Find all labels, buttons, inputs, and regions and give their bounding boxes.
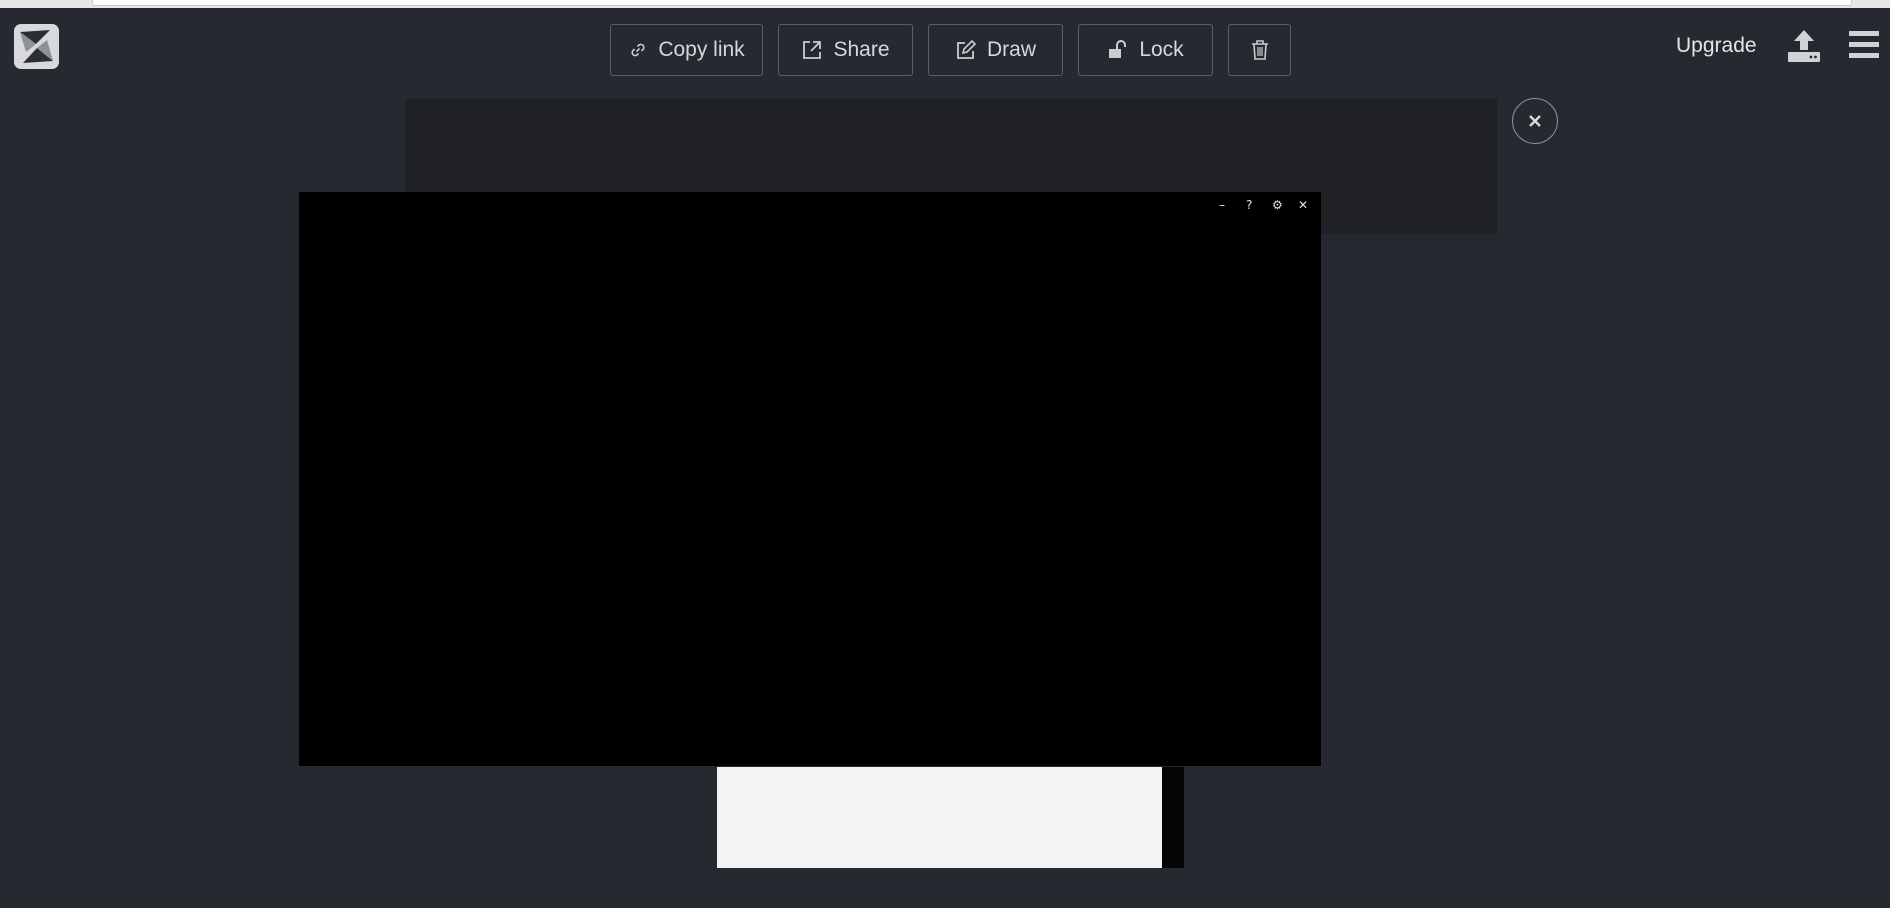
lock-button[interactable]: Lock — [1078, 24, 1213, 76]
address-bar[interactable] — [92, 0, 1852, 6]
settings-icon[interactable]: ⚙ — [1272, 198, 1283, 212]
minimize-icon[interactable]: – — [1219, 198, 1225, 212]
preview-edge — [1162, 767, 1184, 868]
close-button[interactable] — [1512, 98, 1558, 144]
draw-label: Draw — [986, 38, 1036, 61]
copy-link-label: Copy link — [658, 38, 745, 61]
app-logo[interactable] — [14, 24, 59, 69]
share-button[interactable]: Share — [778, 24, 913, 76]
share-label: Share — [833, 38, 890, 61]
video-player-panel[interactable]: – ? ⚙ ✕ — [299, 192, 1321, 766]
draw-button[interactable]: Draw — [928, 24, 1063, 76]
logo-icon — [20, 30, 53, 63]
unlock-icon — [1109, 40, 1127, 58]
upload-icon[interactable] — [1786, 28, 1822, 69]
delete-button[interactable] — [1228, 24, 1291, 76]
hamburger-menu-icon[interactable] — [1849, 28, 1879, 67]
preview-image — [717, 767, 1162, 868]
help-icon[interactable]: ? — [1246, 198, 1252, 212]
edit-icon — [957, 39, 977, 59]
share-icon — [803, 41, 822, 59]
link-icon — [631, 43, 645, 57]
upgrade-link[interactable]: Upgrade — [1676, 34, 1757, 58]
close-icon — [1529, 115, 1541, 127]
copy-link-button[interactable]: Copy link — [610, 24, 763, 76]
browser-address-strip — [0, 0, 1890, 8]
lock-label: Lock — [1139, 38, 1184, 61]
trash-icon — [1251, 40, 1268, 60]
close-icon[interactable]: ✕ — [1298, 198, 1308, 212]
